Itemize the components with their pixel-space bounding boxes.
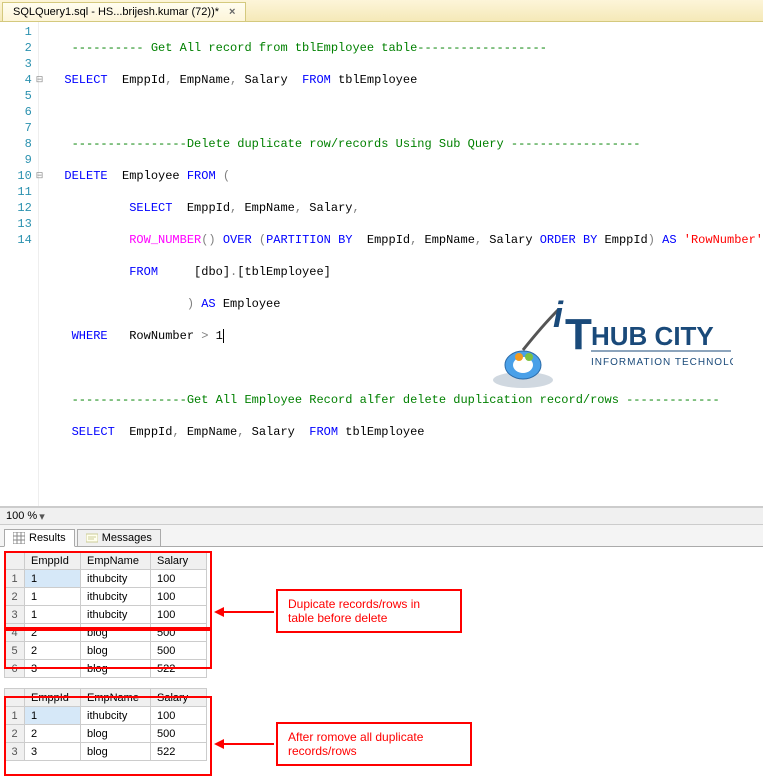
table-row[interactable]: 33blog522	[5, 743, 207, 761]
code-editor[interactable]: 123 456 789 101112 1314 ---------- Get A…	[0, 22, 763, 507]
table-row[interactable]: 11ithubcity100	[5, 707, 207, 725]
zoom-level[interactable]: 100 %	[6, 510, 37, 522]
results-grid-2[interactable]: EmppId EmpName Salary 11ithubcity100 22b…	[4, 688, 207, 761]
tab-results[interactable]: Results	[4, 529, 75, 547]
grid-icon	[13, 532, 25, 544]
table-row[interactable]: 22blog500	[5, 725, 207, 743]
table-row[interactable]: 63blog522	[5, 660, 207, 678]
annotation-box: Dupicate records/rows in table before de…	[276, 589, 462, 633]
editor-tab-bar: SQLQuery1.sql - HS...brijesh.kumar (72))…	[0, 0, 763, 22]
col-header[interactable]: Salary	[151, 552, 207, 570]
tab-messages-label: Messages	[102, 532, 152, 544]
col-header[interactable]: EmppId	[25, 689, 81, 707]
logo-text-1: HUB CITY	[591, 321, 714, 351]
svg-text:T: T	[565, 310, 592, 359]
results-pane: EmppId EmpName Salary 11ithubcity100 21i…	[0, 547, 763, 779]
grid-corner	[5, 689, 25, 707]
brand-logo: i T HUB CITY INFORMATION TECHNOLOGY	[483, 295, 733, 395]
collapse-icon[interactable]: ⊟	[36, 72, 44, 88]
close-icon[interactable]: ×	[229, 6, 235, 18]
table-row[interactable]: 31ithubcity100	[5, 606, 207, 624]
arrow-icon	[214, 605, 276, 623]
line-number-gutter: 123 456 789 101112 1314	[0, 22, 39, 506]
table-row[interactable]: 42blog500	[5, 624, 207, 642]
file-tab[interactable]: SQLQuery1.sql - HS...brijesh.kumar (72))…	[2, 2, 246, 21]
zoom-bar: 100 % ▾	[0, 507, 763, 525]
results-grid-1[interactable]: EmppId EmpName Salary 11ithubcity100 21i…	[4, 551, 207, 678]
results-tabs: Results Messages	[0, 525, 763, 547]
col-header[interactable]: EmpName	[81, 552, 151, 570]
table-row[interactable]: 11ithubcity100	[5, 570, 207, 588]
chevron-down-icon[interactable]: ▾	[39, 510, 45, 523]
collapse-icon[interactable]: ⊟	[36, 168, 44, 184]
grid-corner	[5, 552, 25, 570]
message-icon	[86, 532, 98, 544]
col-header[interactable]: EmppId	[25, 552, 81, 570]
code-area[interactable]: ---------- Get All record from tblEmploy…	[39, 22, 763, 506]
col-header[interactable]: Salary	[151, 689, 207, 707]
table-row[interactable]: 21ithubcity100	[5, 588, 207, 606]
arrow-icon	[214, 737, 276, 755]
logo-text-2: INFORMATION TECHNOLOGY	[591, 357, 733, 368]
svg-text:i: i	[553, 295, 564, 335]
file-tab-title: SQLQuery1.sql - HS...brijesh.kumar (72))…	[13, 6, 219, 18]
tab-results-label: Results	[29, 532, 66, 544]
tab-messages[interactable]: Messages	[77, 529, 161, 547]
table-row[interactable]: 52blog500	[5, 642, 207, 660]
col-header[interactable]: EmpName	[81, 689, 151, 707]
annotation-box: After romove all duplicate records/rows	[276, 722, 472, 766]
